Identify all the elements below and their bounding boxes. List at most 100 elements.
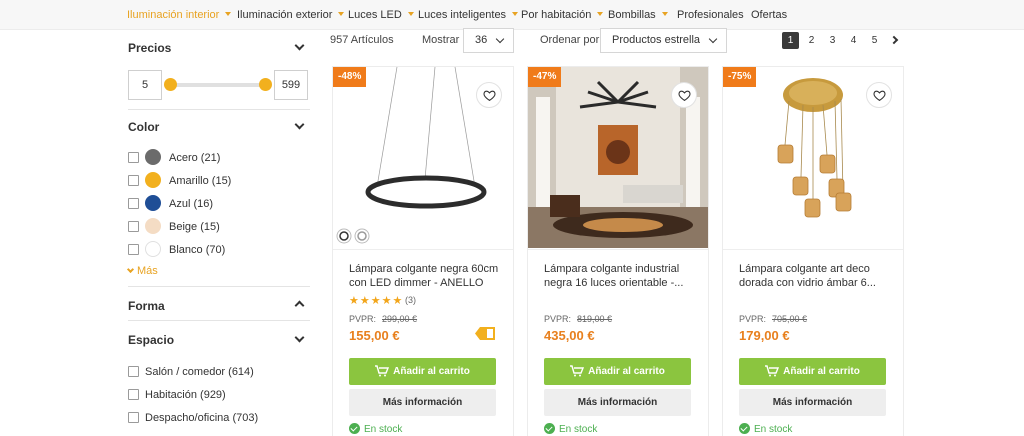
- filter-title-color[interactable]: Color: [128, 120, 159, 134]
- nav-item-profesionales[interactable]: Profesionales: [677, 9, 744, 21]
- stock-status: En stock: [739, 423, 792, 435]
- color-swatch-acero: [145, 149, 161, 165]
- check-icon: [739, 423, 750, 434]
- energy-label-icon: [475, 327, 495, 340]
- color-label-acero[interactable]: Acero (21): [169, 152, 220, 164]
- product-card[interactable]: -47% Lámpara colgante industrial negra 1…: [527, 66, 709, 436]
- show-label: Mostrar: [422, 34, 460, 46]
- product-card[interactable]: -75% Lámpara colgante art deco dorada co…: [722, 66, 904, 436]
- nav-item-bombillas[interactable]: Bombillas: [608, 9, 668, 21]
- espacio-label-salon[interactable]: Salón / comedor (614): [145, 366, 254, 378]
- price-range-track[interactable]: [170, 83, 266, 87]
- price-min-input[interactable]: 5: [128, 70, 162, 100]
- variant-thumbnails[interactable]: [335, 227, 375, 250]
- add-to-cart-button[interactable]: Añadir al carrito: [544, 358, 691, 385]
- discount-badge: -47%: [528, 67, 562, 87]
- heart-icon: [873, 90, 886, 102]
- cart-icon: [765, 361, 780, 388]
- chevron-down-icon: [126, 265, 135, 274]
- divider: [128, 286, 310, 287]
- add-to-cart-button[interactable]: Añadir al carrito: [349, 358, 496, 385]
- add-to-cart-button[interactable]: Añadir al carrito: [739, 358, 886, 385]
- cart-icon: [570, 361, 585, 388]
- chevron-down-icon: [338, 12, 345, 16]
- filter-title-forma[interactable]: Forma: [128, 299, 165, 313]
- espacio-checkbox-habitacion[interactable]: [128, 389, 139, 400]
- stock-status: En stock: [544, 423, 597, 435]
- nav-item-ofertas[interactable]: Ofertas: [751, 9, 787, 21]
- next-page-icon[interactable]: [889, 35, 899, 45]
- chevron-down-icon[interactable]: [294, 119, 305, 130]
- chevron-down-icon: [708, 34, 718, 44]
- more-info-button[interactable]: Más información: [349, 389, 496, 416]
- pvpr-line: PVPR: 819,00 €: [544, 314, 613, 324]
- discount-badge: -48%: [333, 67, 367, 87]
- check-icon: [349, 423, 360, 434]
- product-card[interactable]: -48% Lámpara colgante negra 60cm con LED…: [332, 66, 514, 436]
- page-3[interactable]: 3: [824, 32, 841, 49]
- product-price: 155,00 €: [349, 328, 400, 343]
- filter-title-espacio[interactable]: Espacio: [128, 333, 174, 347]
- color-checkbox-blanco[interactable]: [128, 244, 139, 255]
- price-max-handle[interactable]: [259, 78, 272, 91]
- color-checkbox-beige[interactable]: [128, 221, 139, 232]
- chevron-down-icon: [597, 12, 604, 16]
- filter-title-precios[interactable]: Precios: [128, 41, 171, 55]
- sort-label: Ordenar por: [540, 34, 600, 46]
- divider: [528, 249, 708, 250]
- page-5[interactable]: 5: [866, 32, 883, 49]
- sort-select[interactable]: Productos estrella: [600, 28, 727, 53]
- color-checkbox-acero[interactable]: [128, 152, 139, 163]
- article-count: 957 Artículos: [330, 34, 394, 46]
- pvpr-line: PVPR: 705,00 €: [739, 314, 808, 324]
- color-label-azul[interactable]: Azul (16): [169, 198, 213, 210]
- nav-item-por-habitacion[interactable]: Por habitación: [521, 9, 604, 21]
- page-1[interactable]: 1: [782, 32, 799, 49]
- review-count[interactable]: (3): [405, 295, 416, 305]
- nav-item-iluminacion-exterior[interactable]: Iluminación exterior: [237, 9, 345, 21]
- espacio-label-habitacion[interactable]: Habitación (929): [145, 389, 226, 401]
- heart-icon: [678, 90, 691, 102]
- color-checkbox-amarillo[interactable]: [128, 175, 139, 186]
- check-icon: [544, 423, 555, 434]
- espacio-checkbox-despacho[interactable]: [128, 412, 139, 423]
- price-max-input[interactable]: 599: [274, 70, 308, 100]
- per-page-select[interactable]: 36: [463, 28, 514, 53]
- chevron-down-icon: [407, 12, 414, 16]
- color-label-beige[interactable]: Beige (15): [169, 221, 220, 233]
- price-min-handle[interactable]: [164, 78, 177, 91]
- color-swatch-amarillo: [145, 172, 161, 188]
- wishlist-button[interactable]: [671, 82, 697, 108]
- chevron-down-icon: [661, 12, 668, 16]
- more-info-button[interactable]: Más información: [739, 389, 886, 416]
- color-checkbox-azul[interactable]: [128, 198, 139, 209]
- chevron-up-icon[interactable]: [294, 300, 305, 311]
- chevron-down-icon[interactable]: [294, 40, 305, 51]
- nav-item-luces-led[interactable]: Luces LED: [348, 9, 414, 21]
- wishlist-button[interactable]: [866, 82, 892, 108]
- cart-icon: [375, 361, 390, 388]
- color-label-blanco[interactable]: Blanco (70): [169, 244, 225, 256]
- show-more-colors-link[interactable]: Más: [126, 265, 158, 277]
- product-title[interactable]: Lámpara colgante industrial negra 16 luc…: [544, 262, 696, 290]
- espacio-checkbox-salon[interactable]: [128, 366, 139, 377]
- wishlist-button[interactable]: [476, 82, 502, 108]
- discount-badge: -75%: [723, 67, 757, 87]
- product-price: 179,00 €: [739, 328, 790, 343]
- rating-stars: ★★★★★: [349, 295, 404, 307]
- product-title[interactable]: Lámpara colgante negra 60cm con LED dimm…: [349, 262, 501, 290]
- more-info-button[interactable]: Más información: [544, 389, 691, 416]
- nav-item-luces-inteligentes[interactable]: Luces inteligentes: [418, 9, 519, 21]
- page-2[interactable]: 2: [803, 32, 820, 49]
- chevron-down-icon: [225, 12, 232, 16]
- espacio-label-despacho[interactable]: Despacho/oficina (703): [145, 412, 258, 424]
- nav-item-iluminacion-interior[interactable]: Iluminación interior: [127, 9, 232, 21]
- product-title[interactable]: Lámpara colgante art deco dorada con vid…: [739, 262, 891, 290]
- divider: [723, 249, 903, 250]
- chevron-down-icon[interactable]: [294, 332, 305, 343]
- top-navigation: Iluminación interior Iluminación exterio…: [0, 0, 1024, 30]
- color-label-amarillo[interactable]: Amarillo (15): [169, 175, 231, 187]
- product-price: 435,00 €: [544, 328, 595, 343]
- heart-icon: [483, 90, 496, 102]
- page-4[interactable]: 4: [845, 32, 862, 49]
